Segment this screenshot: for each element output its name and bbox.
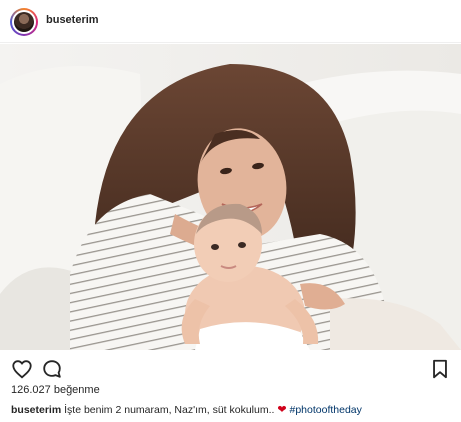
bookmark-icon[interactable] — [429, 358, 451, 380]
post-header: buseterim — [0, 0, 461, 43]
photo-illustration — [0, 44, 461, 350]
avatar-image — [14, 12, 34, 32]
likes-count[interactable]: 126.027 beğenme — [11, 384, 100, 396]
post-actions — [0, 356, 461, 380]
avatar[interactable] — [10, 8, 38, 36]
post-caption: buseterim İşte benim 2 numaram, Naz'ım, … — [11, 403, 362, 416]
caption-hashtag[interactable]: #photooftheday — [290, 404, 362, 416]
caption-text: İşte benim 2 numaram, Naz'ım, süt kokulu… — [64, 404, 275, 416]
caption-username[interactable]: buseterim — [11, 404, 61, 416]
likes-label: beğenme — [53, 384, 100, 396]
heart-emoji: ❤ — [277, 404, 287, 416]
post-photo[interactable] — [0, 44, 461, 350]
likes-number: 126.027 — [11, 384, 51, 396]
instagram-post: buseterim 126.027 beğenme buseterim İşte… — [0, 0, 461, 422]
heart-outline-icon[interactable] — [11, 358, 33, 380]
comment-bubble-icon[interactable] — [41, 358, 63, 380]
header-username[interactable]: buseterim — [46, 14, 99, 26]
